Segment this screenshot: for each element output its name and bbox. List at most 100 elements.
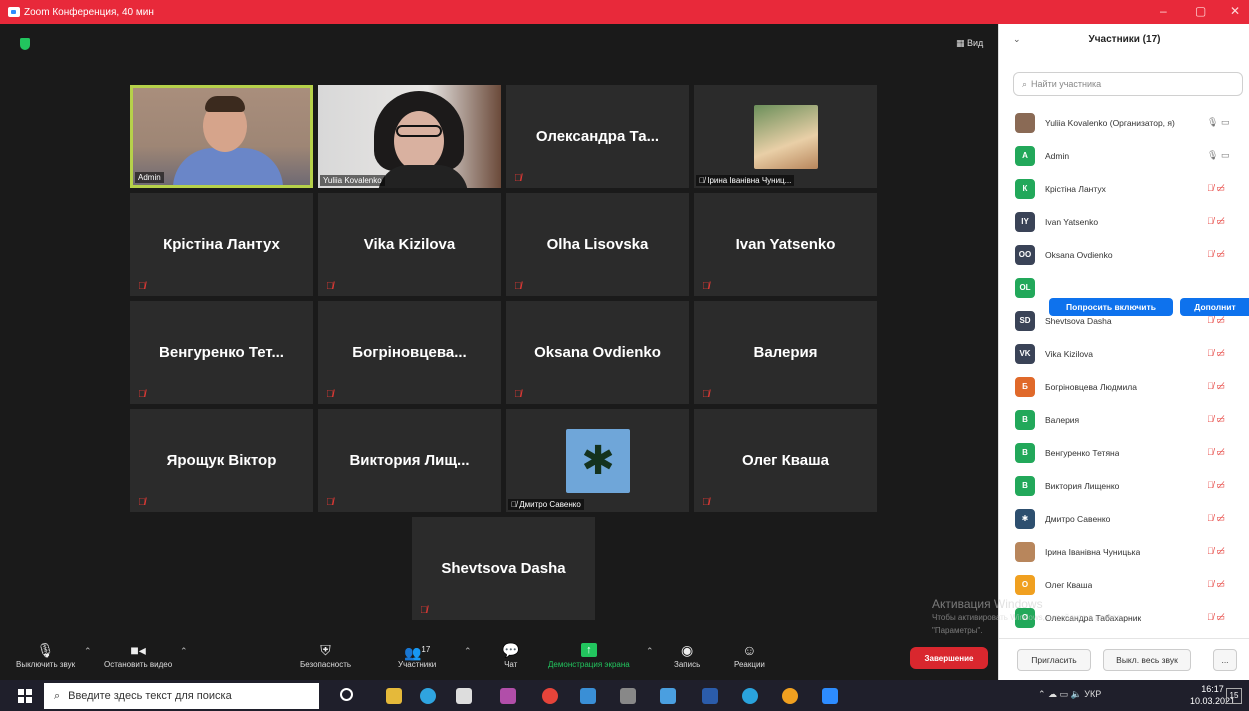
participant-name: Виктория Лищ... — [349, 452, 470, 469]
notification-center-icon[interactable]: 15 — [1226, 688, 1242, 704]
video-tile[interactable]: Олександра Та... 🎙̸ — [506, 85, 689, 188]
video-tile[interactable]: Виктория Лищ... 🎙̸ — [318, 409, 501, 512]
avatar: A — [1015, 145, 1035, 166]
video-tile[interactable]: Олег Кваша 🎙̸ — [694, 409, 877, 512]
participants-options-caret[interactable]: ⌃ — [464, 646, 472, 657]
record-button[interactable]: ◉ Запись — [674, 640, 700, 669]
video-tile[interactable]: Yuliia Kovalenko — [318, 85, 501, 188]
participant-row[interactable]: К Крістіна Лантух 🎙̸ ▭̸ — [999, 172, 1249, 205]
minimize-button[interactable]: – — [1160, 4, 1167, 18]
encryption-shield-icon[interactable] — [20, 38, 30, 50]
participant-row[interactable]: В Виктория Лищенко 🎙̸ ▭̸ — [999, 469, 1249, 502]
participant-row[interactable]: В Валерия 🎙̸ ▭̸ — [999, 403, 1249, 436]
stop-video-button[interactable]: ■◂ Остановить видео — [104, 640, 172, 669]
participant-row[interactable]: Yuliia Kovalenko (Организатор, я) 🎙 ▭ — [999, 106, 1249, 139]
more-options-button[interactable]: Дополнит — [1180, 298, 1249, 316]
muted-status-icon[interactable]: 🎙̸ ▭̸ — [1207, 546, 1225, 557]
reactions-button[interactable]: ☺ Реакции — [734, 640, 765, 669]
video-tile[interactable]: Богріновцева... 🎙̸ — [318, 301, 501, 404]
video-tile[interactable]: Валерия 🎙̸ — [694, 301, 877, 404]
participant-row-name: Дмитро Савенко — [1045, 513, 1111, 524]
muted-status-icon[interactable]: 🎙̸ ▭̸ — [1207, 381, 1225, 392]
edge-icon[interactable] — [420, 688, 436, 704]
muted-status-icon[interactable]: 🎙̸ ▭̸ — [1207, 480, 1225, 491]
cortana-icon[interactable] — [340, 688, 353, 701]
participant-row[interactable]: VK Vika Kizilova 🎙̸ ▭̸ — [999, 337, 1249, 370]
video-tile[interactable]: Ярощук Віктор 🎙̸ — [130, 409, 313, 512]
video-gallery: ▦ Вид Admin Yuliia Kovalenko Олександра Та… — [0, 24, 998, 649]
participant-row[interactable]: Ірина Іванівна Чуницька 🎙̸ ▭̸ — [999, 535, 1249, 568]
calendar-icon[interactable] — [580, 688, 596, 704]
muted-status-icon[interactable]: 🎙̸ ▭̸ — [1207, 447, 1225, 458]
chrome-icon[interactable] — [542, 688, 558, 704]
video-tile[interactable]: Admin — [130, 85, 313, 188]
system-tray[interactable]: ⌃ ☁ ▭ 🔈 УКР — [1038, 689, 1101, 700]
muted-status-icon[interactable]: 🎙̸ ▭̸ — [1207, 348, 1225, 359]
participant-search-input[interactable]: ⌕ Найти участника — [1013, 72, 1243, 96]
taskbar-search-input[interactable]: ⌕ Введите здесь текст для поиска — [44, 683, 319, 709]
audio-video-status-icon[interactable]: 🎙 ▭ — [1207, 117, 1229, 128]
file-explorer-icon[interactable] — [386, 688, 402, 704]
participant-row[interactable]: IY Ivan Yatsenko 🎙̸ ▭̸ — [999, 205, 1249, 238]
muted-mic-icon: 🎙̸ — [702, 497, 710, 508]
video-options-caret[interactable]: ⌃ — [180, 646, 188, 657]
muted-status-icon[interactable]: 🎙̸ ▭̸ — [1207, 315, 1225, 326]
title-bar: Zoom Конференция, 40 мин – ▢ ✕ — [0, 0, 1249, 24]
muted-status-icon[interactable]: 🎙̸ ▭̸ — [1207, 249, 1225, 260]
participant-row[interactable]: A Admin 🎙 ▭ — [999, 139, 1249, 172]
video-tile[interactable]: Shevtsova Dasha 🎙̸ — [412, 517, 595, 620]
chat-button[interactable]: 💬 Чат — [502, 640, 519, 669]
audio-options-caret[interactable]: ⌃ — [84, 646, 92, 657]
viber-icon[interactable] — [500, 688, 516, 704]
participant-row[interactable]: В Венгуренко Тетяна 🎙̸ ▭̸ — [999, 436, 1249, 469]
participant-row[interactable]: Б Богріновцева Людмила 🎙̸ ▭̸ — [999, 370, 1249, 403]
muted-status-icon[interactable]: 🎙̸ ▭̸ — [1207, 612, 1225, 623]
app-icon[interactable] — [782, 688, 798, 704]
muted-mic-icon: 🎙̸ — [514, 389, 522, 400]
close-button[interactable]: ✕ — [1230, 4, 1240, 18]
audio-video-status-icon[interactable]: 🎙 ▭ — [1207, 150, 1229, 161]
ask-to-unmute-button[interactable]: Попросить включить — [1049, 298, 1173, 316]
invite-button[interactable]: Пригласить — [1017, 649, 1091, 671]
video-tile[interactable]: Oksana Ovdienko 🎙̸ — [506, 301, 689, 404]
mail-icon[interactable] — [660, 688, 676, 704]
muted-status-icon[interactable]: 🎙̸ ▭̸ — [1207, 216, 1225, 227]
view-button[interactable]: ▦ Вид — [956, 38, 983, 49]
video-tile[interactable]: Olha Lisovska 🎙̸ — [506, 193, 689, 296]
muted-status-icon[interactable]: 🎙̸ ▭̸ — [1207, 183, 1225, 194]
maximize-button[interactable]: ▢ — [1195, 4, 1206, 18]
mute-button[interactable]: 🎙 Выключить звук — [16, 640, 75, 669]
avatar — [1015, 112, 1035, 133]
participant-name: Олександра Та... — [535, 128, 660, 145]
avatar: К — [1015, 178, 1035, 199]
share-screen-button[interactable]: ↑ Демонстрация экрана — [548, 640, 630, 669]
video-tile[interactable]: Венгуренко Тет... 🎙̸ — [130, 301, 313, 404]
video-tile[interactable]: Крістіна Лантух 🎙̸ — [130, 193, 313, 296]
word-icon[interactable] — [702, 688, 718, 704]
zoom-taskbar-icon[interactable] — [822, 688, 838, 704]
muted-status-icon[interactable]: 🎙̸ ▭̸ — [1207, 579, 1225, 590]
video-tile[interactable]: Vika Kizilova 🎙̸ — [318, 193, 501, 296]
video-tile[interactable]: ✱ 🎙̸ Дмитро Савенко — [506, 409, 689, 512]
participant-row[interactable]: ✱ Дмитро Савенко 🎙̸ ▭̸ — [999, 502, 1249, 535]
participant-row-name: Богріновцева Людмила — [1045, 381, 1137, 392]
muted-status-icon[interactable]: 🎙̸ ▭̸ — [1207, 513, 1225, 524]
muted-status-icon[interactable]: 🎙̸ ▭̸ — [1207, 414, 1225, 425]
security-button[interactable]: ⛨ Безопасность — [300, 640, 351, 669]
video-tile[interactable]: 🎙̸ Ірина Іванівна Чуниц... — [694, 85, 877, 188]
participant-row[interactable]: OO Oksana Ovdienko 🎙̸ ▭̸ — [999, 238, 1249, 271]
more-menu-button[interactable]: ... — [1213, 649, 1237, 671]
video-tile[interactable]: Ivan Yatsenko 🎙̸ — [694, 193, 877, 296]
end-meeting-button[interactable]: Завершение — [910, 647, 988, 669]
muted-mic-icon: 🎙̸ — [326, 497, 334, 508]
calculator-icon[interactable] — [620, 688, 636, 704]
windows-activation-watermark: Активация Windows Чтобы активировать Win… — [932, 597, 1121, 636]
participants-button[interactable]: 👥17 Участники — [398, 640, 436, 669]
windows-start-icon[interactable] — [18, 689, 32, 703]
share-options-caret[interactable]: ⌃ — [646, 646, 654, 657]
telegram-icon[interactable] — [742, 688, 758, 704]
participant-name: Крістіна Лантух — [163, 236, 280, 253]
participant-row-name: Валерия — [1045, 414, 1080, 425]
store-icon[interactable] — [456, 688, 472, 704]
mute-all-button[interactable]: Выкл. весь звук — [1103, 649, 1191, 671]
